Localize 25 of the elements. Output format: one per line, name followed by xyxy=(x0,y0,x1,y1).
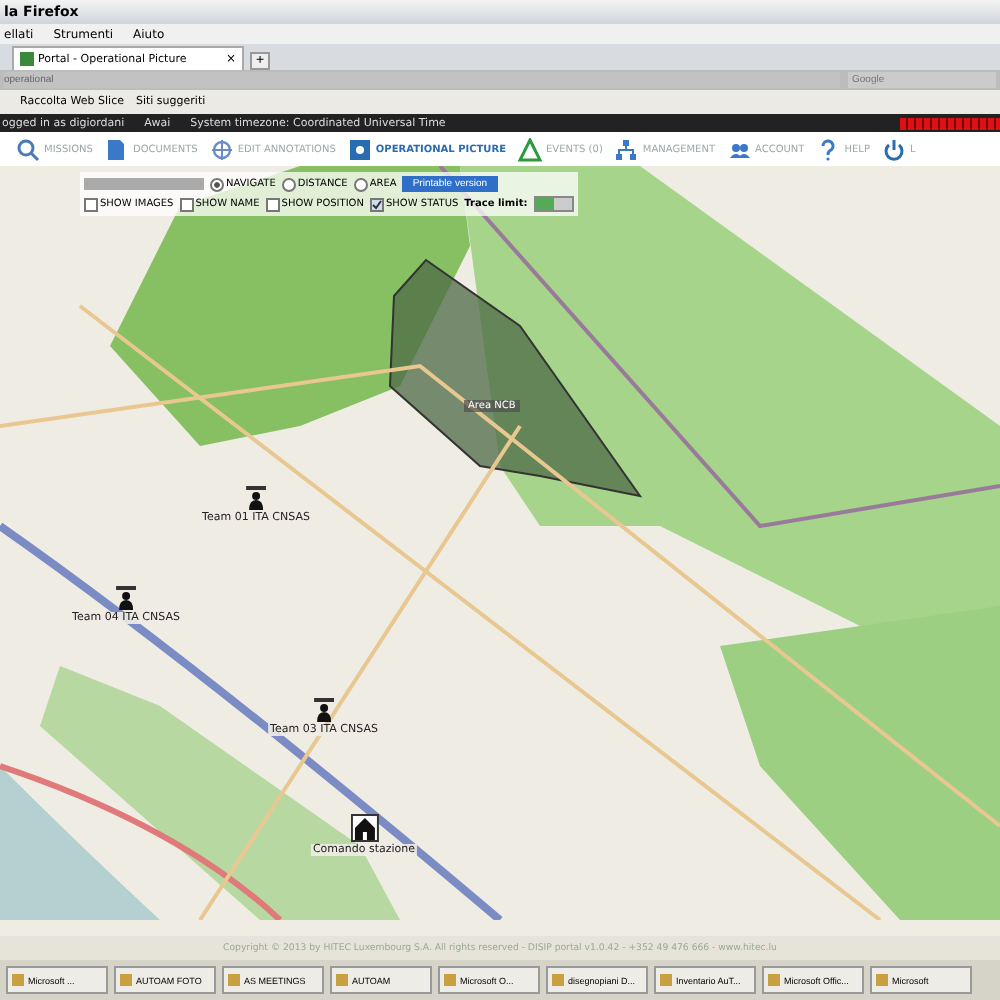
house-marker-icon[interactable] xyxy=(350,814,378,842)
person-marker-icon[interactable] xyxy=(314,698,334,722)
crosshair-icon xyxy=(209,137,234,161)
app-icon xyxy=(120,974,132,986)
person-marker-icon[interactable] xyxy=(116,586,136,610)
person-marker-icon[interactable] xyxy=(246,486,266,510)
app-icon xyxy=(336,974,348,986)
power-icon xyxy=(881,137,906,161)
app-icon xyxy=(768,974,780,986)
search-field[interactable] xyxy=(84,178,204,190)
checkmark-icon xyxy=(372,199,382,209)
app-icon xyxy=(228,974,240,986)
search-icon xyxy=(16,137,40,161)
warning-icon xyxy=(518,137,543,161)
app-icon xyxy=(12,974,24,986)
status-indicator-icon xyxy=(900,117,1000,129)
map-icon xyxy=(347,137,372,161)
page-icon xyxy=(20,52,34,66)
document-icon xyxy=(104,137,129,161)
app-icon xyxy=(552,974,564,986)
app-icon xyxy=(444,974,456,986)
hierarchy-icon xyxy=(614,137,639,161)
app-icon xyxy=(660,974,672,986)
app-icon xyxy=(876,974,888,986)
trace-slider[interactable] xyxy=(533,196,574,212)
